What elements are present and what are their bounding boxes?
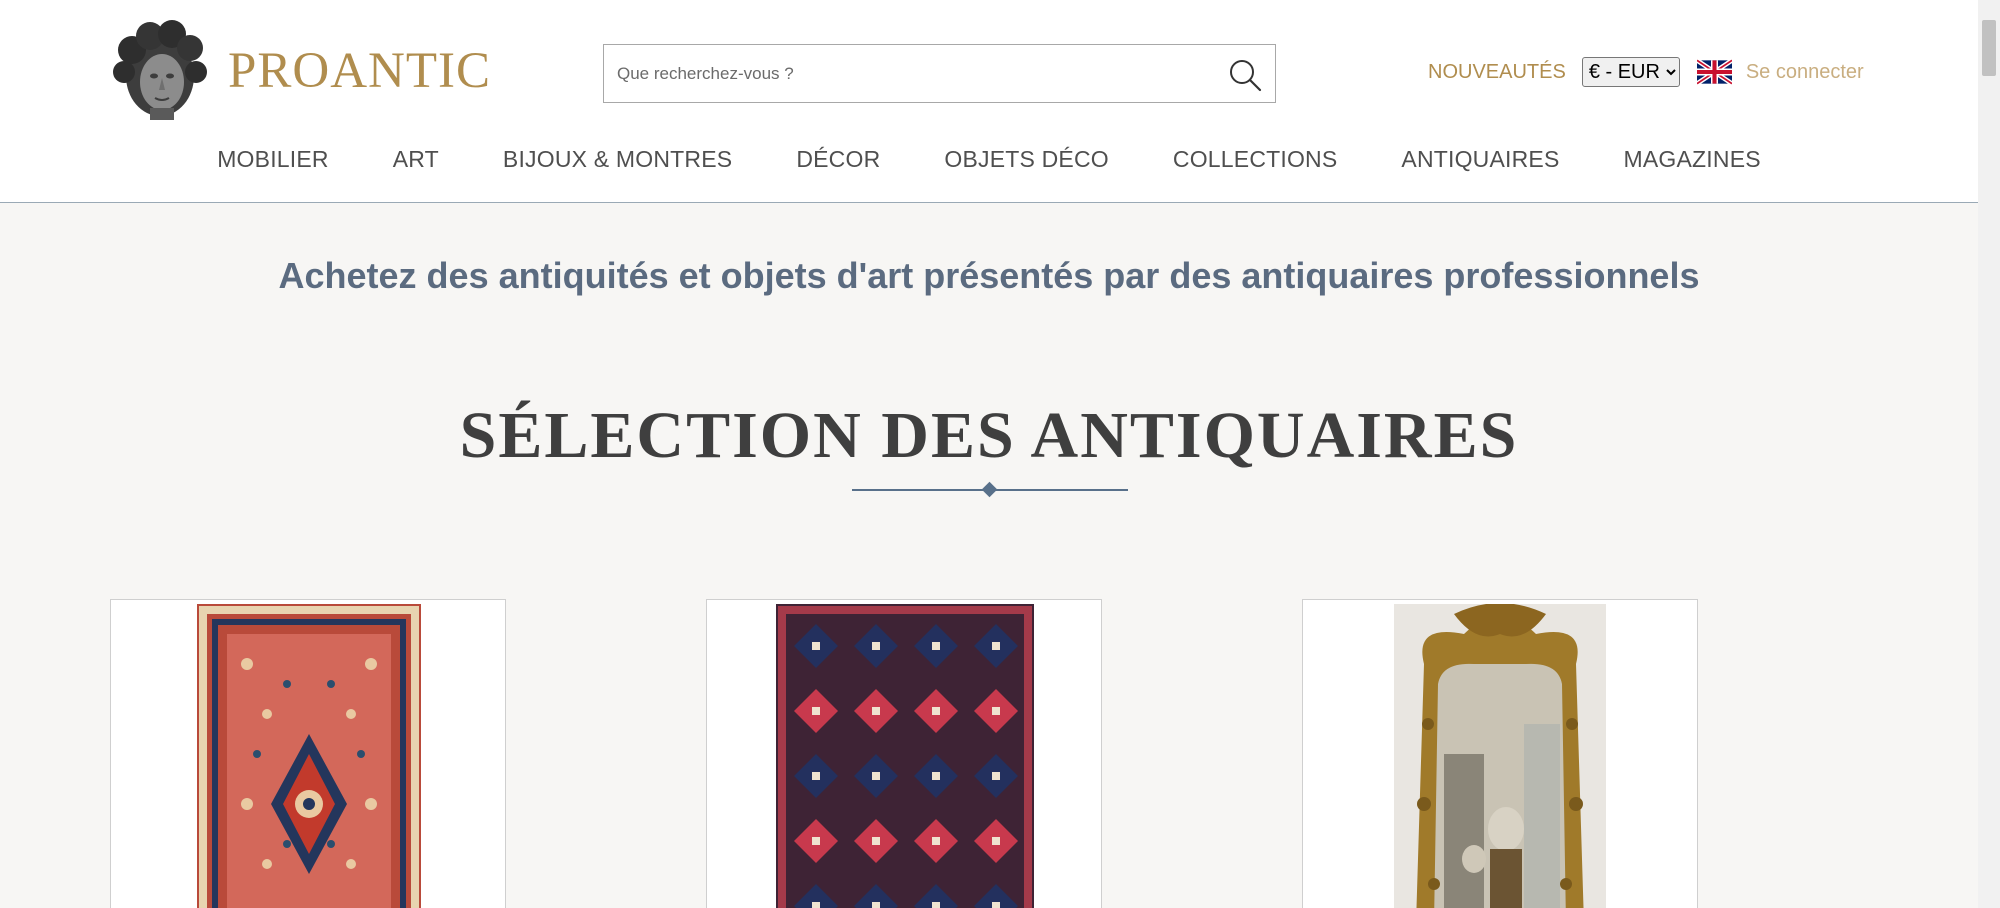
product-card[interactable] xyxy=(1302,599,1698,908)
page-scrollbar[interactable] xyxy=(1978,0,2000,908)
nav-item-objets-deco[interactable]: OBJETS DÉCO xyxy=(944,146,1109,173)
divider-diamond xyxy=(981,481,998,498)
nav-item-decor[interactable]: DÉCOR xyxy=(796,146,880,173)
header-actions: NOUVEAUTÉS € - EUR Se connecter xyxy=(1428,56,1864,88)
search-input[interactable] xyxy=(604,45,1204,102)
product-image-gilded-mirror xyxy=(1394,604,1606,908)
nav-item-magazines[interactable]: MAGAZINES xyxy=(1624,146,1761,173)
product-image-rug-geometric xyxy=(776,604,1034,908)
currency-select[interactable]: € - EUR xyxy=(1581,57,1680,87)
page-subtitle: Achetez des antiquités et objets d'art p… xyxy=(278,255,1700,296)
search-bar xyxy=(603,44,1276,103)
scrollbar-thumb[interactable] xyxy=(1982,20,1996,76)
section-title: SÉLECTION DES ANTIQUAIRES xyxy=(459,399,1519,472)
product-card[interactable] xyxy=(706,599,1102,908)
site-header: PROANTIC NOUVEAUTÉS € - EUR Se connecter… xyxy=(0,0,1978,203)
new-arrivals-link[interactable]: NOUVEAUTÉS xyxy=(1428,61,1566,84)
nav-item-bijoux-montres[interactable]: BIJOUX & MONTRES xyxy=(503,146,732,173)
login-link[interactable]: Se connecter xyxy=(1746,61,1864,84)
main-nav: MOBILIER ART BIJOUX & MONTRES DÉCOR OBJE… xyxy=(0,146,1978,173)
product-image-rug-floral xyxy=(197,604,421,908)
nav-item-collections[interactable]: COLLECTIONS xyxy=(1173,146,1338,173)
nav-item-antiquaires[interactable]: ANTIQUAIRES xyxy=(1401,146,1559,173)
nav-item-art[interactable]: ART xyxy=(393,146,439,173)
logo-head-icon xyxy=(113,20,207,120)
nav-item-mobilier[interactable]: MOBILIER xyxy=(217,146,329,173)
logo[interactable]: PROANTIC xyxy=(110,20,491,122)
uk-flag-icon[interactable] xyxy=(1696,59,1732,85)
brand-name: PROANTIC xyxy=(228,43,492,99)
search-icon[interactable] xyxy=(1227,57,1263,93)
product-card[interactable] xyxy=(110,599,506,908)
